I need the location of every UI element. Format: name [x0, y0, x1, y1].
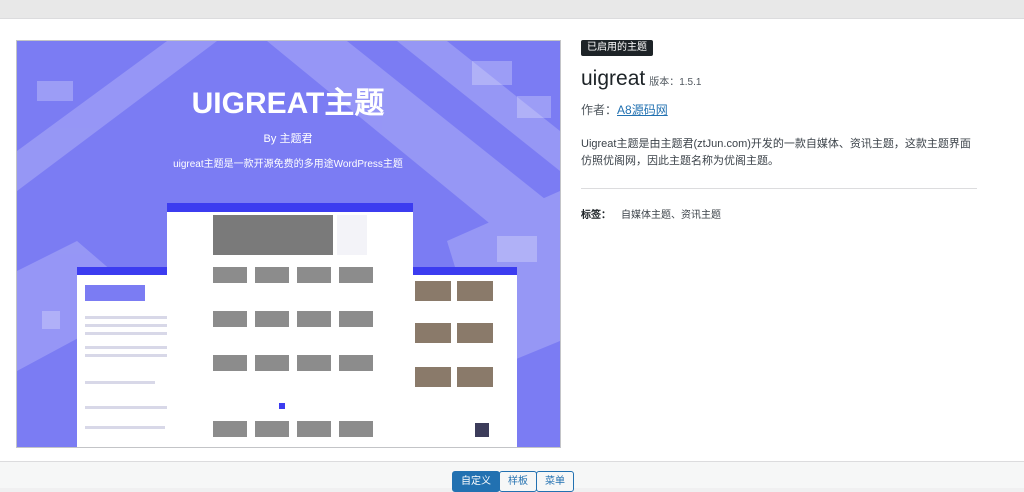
theme-screenshot-illustration: UIGREAT主题 By 主题君 uigreat主题是一款开源免费的多用途Wor… [17, 41, 560, 447]
top-bar [0, 0, 1024, 19]
active-theme-badge: 已启用的主题 [581, 40, 653, 56]
theme-name-heading: uigreat 版本：1.5.1 [581, 67, 701, 91]
author-label: 作者： [581, 103, 618, 117]
customize-button[interactable]: 自定义 [452, 471, 500, 492]
theme-details-panel: UIGREAT主题 By 主题君 uigreat主题是一款开源免费的多用途Wor… [0, 19, 1024, 461]
theme-name: uigreat [581, 67, 646, 90]
templates-button[interactable]: 样板 [499, 471, 537, 492]
theme-tags: 标签： 自媒体主题、资讯主题 [581, 206, 721, 221]
theme-author: 作者：A8源码网 [581, 101, 668, 118]
tags-label: 标签： [581, 210, 611, 221]
mock-main-page [167, 203, 413, 447]
tags-value: 自媒体主题、资讯主题 [621, 210, 721, 221]
section-divider [581, 188, 977, 189]
screenshot-byline: By 主题君 [264, 132, 313, 145]
theme-actions-bar: 自定义 样板 菜单 [0, 461, 1024, 492]
mock-right-page [407, 267, 517, 447]
screenshot-tagline: uigreat主题是一款开源免费的多用途WordPress主题 [173, 157, 403, 170]
theme-description: Uigreat主题是由主题君(ztJun.com)开发的一款自媒体、资讯主题，这… [581, 138, 971, 167]
screenshot-heading: UIGREAT主题 [192, 87, 385, 120]
theme-screenshot: UIGREAT主题 By 主题君 uigreat主题是一款开源免费的多用途Wor… [16, 40, 561, 448]
theme-version: 版本：1.5.1 [649, 77, 702, 88]
author-link[interactable]: A8源码网 [617, 103, 668, 117]
menus-button[interactable]: 菜单 [536, 471, 574, 492]
